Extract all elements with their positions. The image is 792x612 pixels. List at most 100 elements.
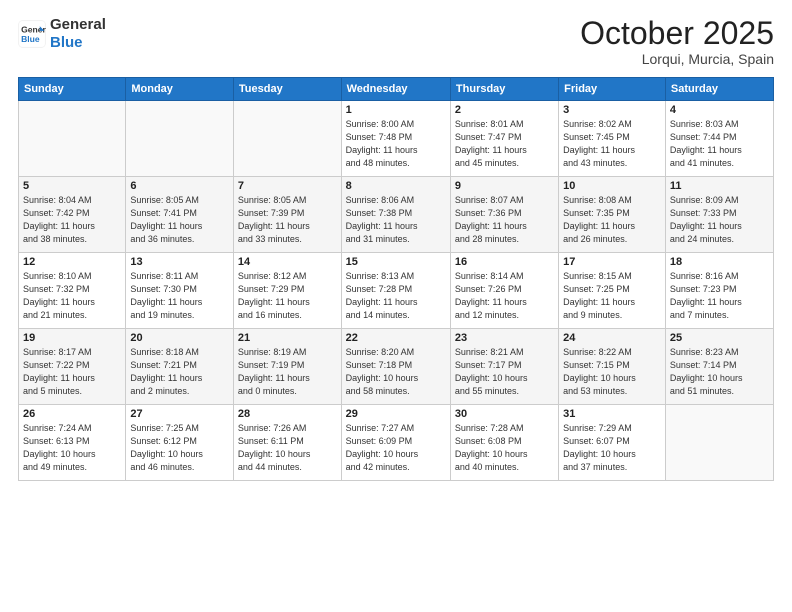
calendar-cell: 2 Sunrise: 8:01 AM Sunset: 7:47 PM Daylig… (450, 101, 558, 177)
calendar-cell (665, 405, 773, 481)
day-number: 26 (23, 408, 121, 420)
day-number: 14 (238, 256, 337, 268)
day-number: 18 (670, 256, 769, 268)
calendar-cell: 29 Sunrise: 7:27 AM Sunset: 6:09 PM Dayli… (341, 405, 450, 481)
calendar-cell: 23 Sunrise: 8:21 AM Sunset: 7:17 PM Dayli… (450, 329, 558, 405)
day-info: Sunrise: 8:06 AM Sunset: 7:38 PM Dayligh… (346, 194, 446, 246)
day-info: Sunrise: 7:28 AM Sunset: 6:08 PM Dayligh… (455, 422, 554, 474)
day-number: 10 (563, 180, 661, 192)
month-title: October 2025 (580, 16, 774, 51)
calendar-cell: 30 Sunrise: 7:28 AM Sunset: 6:08 PM Dayli… (450, 405, 558, 481)
day-number: 27 (130, 408, 229, 420)
calendar-cell: 4Sunrise: 8:03 AM Sunset: 7:44 PM Daylig… (665, 101, 773, 177)
day-number: 31 (563, 408, 661, 420)
calendar-cell: 21Sunrise: 8:19 AM Sunset: 7:19 PM Dayli… (233, 329, 341, 405)
week-row-2: 5 Sunrise: 8:04 AM Sunset: 7:42 PM Daylig… (19, 177, 774, 253)
calendar-cell: 7Sunrise: 8:05 AM Sunset: 7:39 PM Daylig… (233, 177, 341, 253)
day-info: Sunrise: 8:11 AM Sunset: 7:30 PM Dayligh… (130, 270, 229, 322)
calendar-cell: 22 Sunrise: 8:20 AM Sunset: 7:18 PM Dayli… (341, 329, 450, 405)
day-info: Sunrise: 7:29 AM Sunset: 6:07 PM Dayligh… (563, 422, 661, 474)
day-number: 28 (238, 408, 337, 420)
day-info: Sunrise: 8:20 AM Sunset: 7:18 PM Dayligh… (346, 346, 446, 398)
day-info: Sunrise: 8:08 AM Sunset: 7:35 PM Dayligh… (563, 194, 661, 246)
day-info: Sunrise: 8:03 AM Sunset: 7:44 PM Dayligh… (670, 118, 769, 170)
calendar-cell (19, 101, 126, 177)
calendar-cell: 26Sunrise: 7:24 AM Sunset: 6:13 PM Dayli… (19, 405, 126, 481)
day-number: 12 (23, 256, 121, 268)
calendar-cell: 18 Sunrise: 8:16 AM Sunset: 7:23 PM Dayli… (665, 253, 773, 329)
calendar-cell: 9Sunrise: 8:07 AM Sunset: 7:36 PM Daylig… (450, 177, 558, 253)
day-info: Sunrise: 8:19 AM Sunset: 7:19 PM Dayligh… (238, 346, 337, 398)
day-number: 2 (455, 104, 554, 116)
day-info: Sunrise: 8:23 AM Sunset: 7:14 PM Dayligh… (670, 346, 769, 398)
calendar-cell: 19Sunrise: 8:17 AM Sunset: 7:22 PM Dayli… (19, 329, 126, 405)
header: General Blue General Blue October 2025 L… (18, 16, 774, 67)
logo: General Blue General Blue (18, 16, 106, 52)
calendar-table: SundayMondayTuesdayWednesdayThursdayFrid… (18, 77, 774, 481)
day-number: 25 (670, 332, 769, 344)
day-info: Sunrise: 8:10 AM Sunset: 7:32 PM Dayligh… (23, 270, 121, 322)
weekday-header-monday: Monday (126, 78, 234, 101)
day-info: Sunrise: 8:01 AM Sunset: 7:47 PM Dayligh… (455, 118, 554, 170)
calendar-cell: 16Sunrise: 8:14 AM Sunset: 7:26 PM Dayli… (450, 253, 558, 329)
day-number: 23 (455, 332, 554, 344)
day-info: Sunrise: 7:26 AM Sunset: 6:11 PM Dayligh… (238, 422, 337, 474)
logo-general: General (50, 16, 106, 34)
day-number: 8 (346, 180, 446, 192)
title-block: October 2025 Lorqui, Murcia, Spain (580, 16, 774, 67)
day-info: Sunrise: 8:15 AM Sunset: 7:25 PM Dayligh… (563, 270, 661, 322)
weekday-header-friday: Friday (559, 78, 666, 101)
day-info: Sunrise: 7:27 AM Sunset: 6:09 PM Dayligh… (346, 422, 446, 474)
calendar-cell: 14Sunrise: 8:12 AM Sunset: 7:29 PM Dayli… (233, 253, 341, 329)
day-number: 30 (455, 408, 554, 420)
svg-text:Blue: Blue (21, 34, 40, 44)
week-row-3: 12 Sunrise: 8:10 AM Sunset: 7:32 PM Dayli… (19, 253, 774, 329)
day-number: 19 (23, 332, 121, 344)
day-number: 1 (346, 104, 446, 116)
day-number: 17 (563, 256, 661, 268)
day-info: Sunrise: 8:00 AM Sunset: 7:48 PM Dayligh… (346, 118, 446, 170)
day-number: 13 (130, 256, 229, 268)
calendar-cell: 3 Sunrise: 8:02 AM Sunset: 7:45 PM Daylig… (559, 101, 666, 177)
day-number: 22 (346, 332, 446, 344)
day-info: Sunrise: 8:21 AM Sunset: 7:17 PM Dayligh… (455, 346, 554, 398)
location-title: Lorqui, Murcia, Spain (580, 51, 774, 67)
day-number: 29 (346, 408, 446, 420)
weekday-header-tuesday: Tuesday (233, 78, 341, 101)
calendar-cell: 1 Sunrise: 8:00 AM Sunset: 7:48 PM Daylig… (341, 101, 450, 177)
calendar-cell: 31 Sunrise: 7:29 AM Sunset: 6:07 PM Dayli… (559, 405, 666, 481)
day-info: Sunrise: 8:04 AM Sunset: 7:42 PM Dayligh… (23, 194, 121, 246)
weekday-header-wednesday: Wednesday (341, 78, 450, 101)
day-info: Sunrise: 8:05 AM Sunset: 7:41 PM Dayligh… (130, 194, 229, 246)
day-number: 15 (346, 256, 446, 268)
calendar-cell (126, 101, 234, 177)
day-number: 3 (563, 104, 661, 116)
calendar-cell (233, 101, 341, 177)
day-number: 24 (563, 332, 661, 344)
calendar-cell: 8 Sunrise: 8:06 AM Sunset: 7:38 PM Daylig… (341, 177, 450, 253)
logo-blue: Blue (50, 34, 106, 52)
day-info: Sunrise: 8:05 AM Sunset: 7:39 PM Dayligh… (238, 194, 337, 246)
day-info: Sunrise: 8:02 AM Sunset: 7:45 PM Dayligh… (563, 118, 661, 170)
week-row-4: 19Sunrise: 8:17 AM Sunset: 7:22 PM Dayli… (19, 329, 774, 405)
calendar-cell: 13 Sunrise: 8:11 AM Sunset: 7:30 PM Dayli… (126, 253, 234, 329)
day-info: Sunrise: 8:14 AM Sunset: 7:26 PM Dayligh… (455, 270, 554, 322)
calendar-cell: 25 Sunrise: 8:23 AM Sunset: 7:14 PM Dayli… (665, 329, 773, 405)
weekday-header-sunday: Sunday (19, 78, 126, 101)
day-number: 5 (23, 180, 121, 192)
calendar-cell: 10 Sunrise: 8:08 AM Sunset: 7:35 PM Dayli… (559, 177, 666, 253)
calendar-page: General Blue General Blue October 2025 L… (0, 0, 792, 612)
day-number: 9 (455, 180, 554, 192)
day-number: 20 (130, 332, 229, 344)
day-info: Sunrise: 8:09 AM Sunset: 7:33 PM Dayligh… (670, 194, 769, 246)
calendar-cell: 20Sunrise: 8:18 AM Sunset: 7:21 PM Dayli… (126, 329, 234, 405)
calendar-cell: 12 Sunrise: 8:10 AM Sunset: 7:32 PM Dayli… (19, 253, 126, 329)
day-info: Sunrise: 8:16 AM Sunset: 7:23 PM Dayligh… (670, 270, 769, 322)
week-row-5: 26Sunrise: 7:24 AM Sunset: 6:13 PM Dayli… (19, 405, 774, 481)
day-info: Sunrise: 8:13 AM Sunset: 7:28 PM Dayligh… (346, 270, 446, 322)
weekday-header-saturday: Saturday (665, 78, 773, 101)
week-row-1: 1 Sunrise: 8:00 AM Sunset: 7:48 PM Daylig… (19, 101, 774, 177)
calendar-cell: 17 Sunrise: 8:15 AM Sunset: 7:25 PM Dayli… (559, 253, 666, 329)
day-number: 11 (670, 180, 769, 192)
day-info: Sunrise: 8:22 AM Sunset: 7:15 PM Dayligh… (563, 346, 661, 398)
